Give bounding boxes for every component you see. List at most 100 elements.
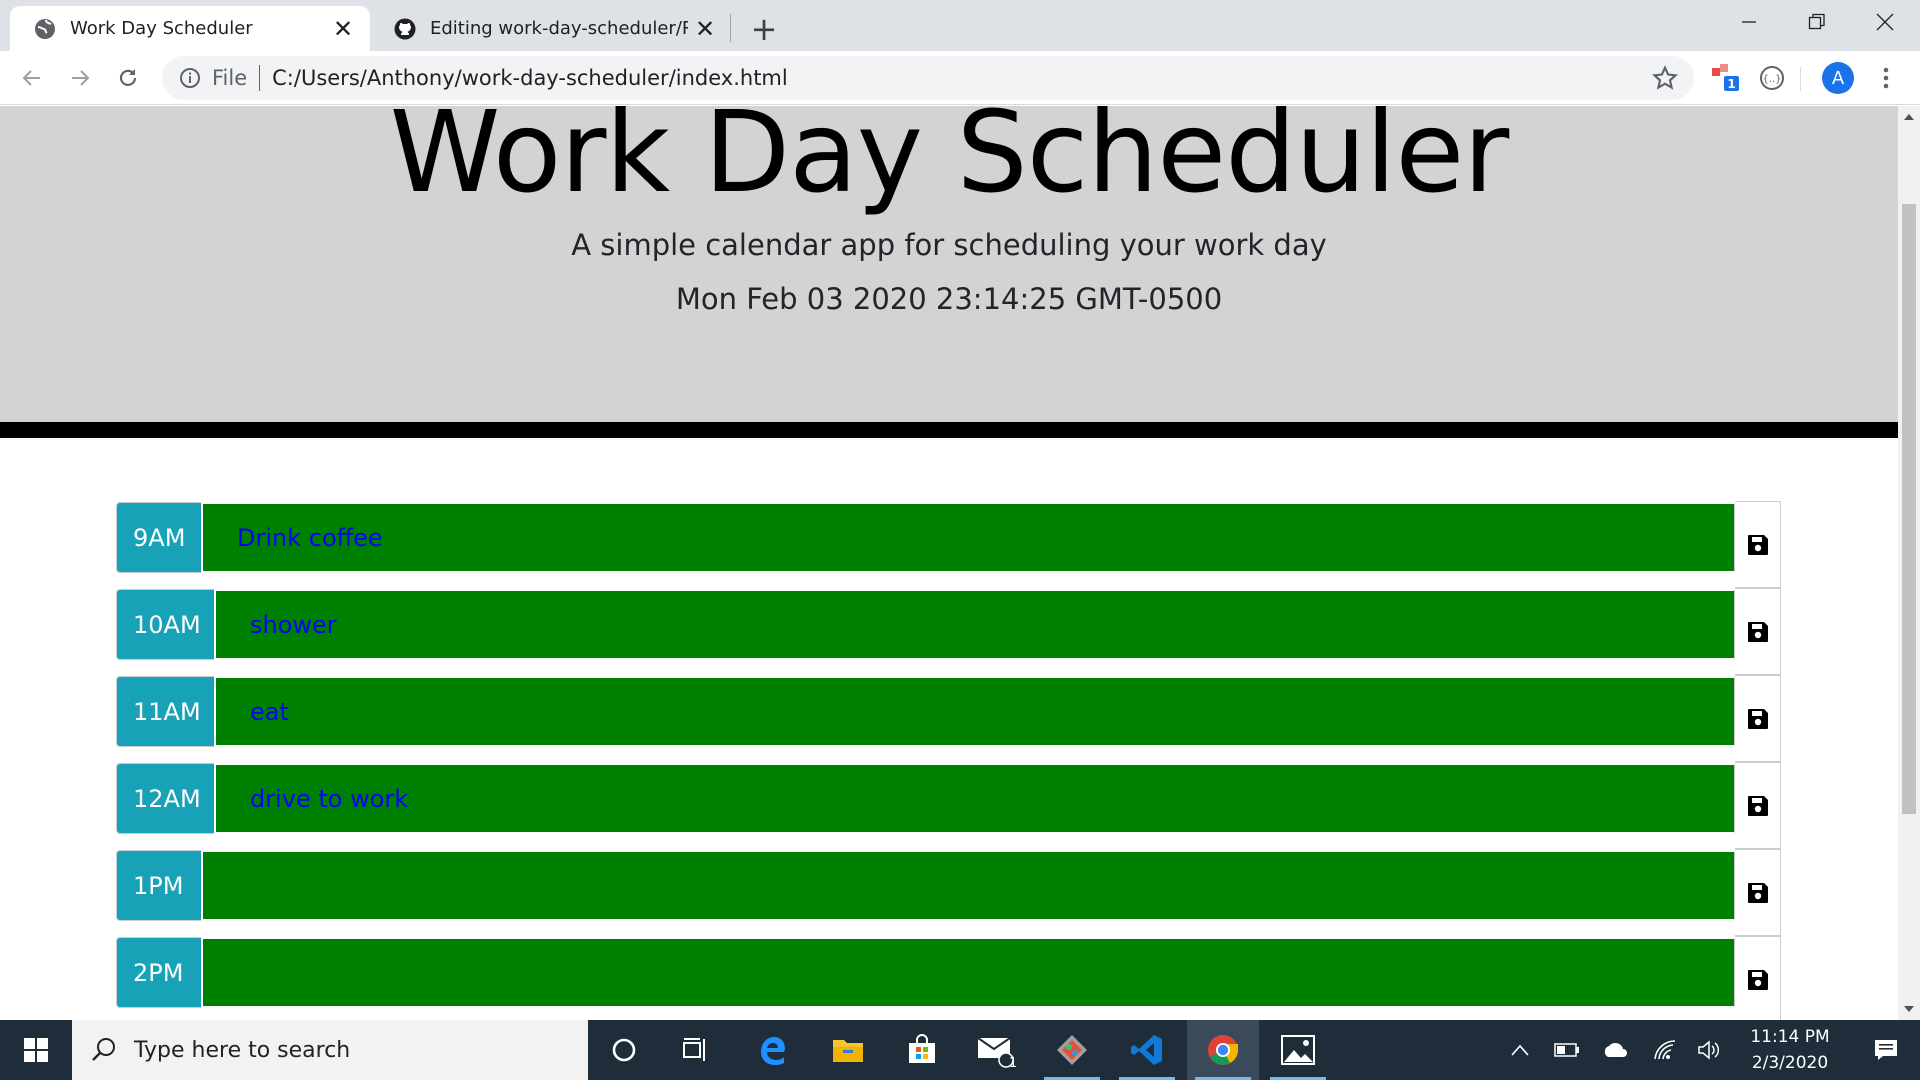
page-title: Work Day Scheduler [389,106,1510,218]
save-button[interactable] [1735,849,1781,936]
floppy-disk-icon [1747,621,1768,642]
folder-icon [833,1040,863,1062]
url-text: C:/Users/Anthony/work-day-scheduler/inde… [272,66,788,90]
vscode-icon [1131,1035,1162,1065]
cloud-icon [1604,1042,1627,1057]
minimize-button[interactable] [1714,0,1784,44]
volume-tray[interactable] [1692,1020,1726,1080]
page-scrollbar[interactable] [1898,106,1920,1020]
windows-taskbar: Type here to search 1 11:14 PM 2/3/2020 [0,1020,1920,1080]
time-block-2pm: 2PM [116,936,1781,1020]
tab-separator [730,14,731,42]
photos-icon [1281,1035,1315,1065]
notification-icon [1875,1040,1897,1060]
page-viewport: Work Day Scheduler A simple calendar app… [0,106,1898,1020]
save-button[interactable] [1735,588,1781,675]
search-icon [92,1038,115,1061]
tab-strip: Work Day Scheduler ✕ Editing work-day-sc… [0,0,1920,51]
wifi-icon [1654,1040,1676,1060]
floppy-disk-icon [1747,795,1768,816]
description-textarea[interactable]: Drink coffee [201,502,1735,573]
show-hidden-icons-button[interactable] [1505,1020,1535,1080]
floppy-disk-icon [1747,708,1768,729]
menu-button[interactable] [1870,62,1902,94]
scrollbar-thumb[interactable] [1902,204,1916,814]
close-tab-icon[interactable]: ✕ [326,12,360,46]
time-block-12am: 12AM drive to work [116,762,1781,849]
url-divider [259,65,261,91]
chevron-up-icon [1511,1044,1529,1056]
mail-app[interactable]: 1 [960,1020,1032,1080]
github-icon [394,18,416,40]
store-app[interactable] [886,1020,958,1080]
description-textarea[interactable]: shower [214,589,1735,660]
restore-button[interactable] [1782,0,1852,44]
taskbar-search-box[interactable]: Type here to search [72,1020,588,1080]
task-view-button[interactable] [660,1020,732,1080]
cortana-button[interactable] [588,1020,660,1080]
save-button[interactable] [1735,501,1781,588]
description-textarea[interactable] [201,850,1735,921]
speaker-icon [1698,1040,1720,1060]
bookmark-star-icon[interactable] [1652,65,1678,91]
back-arrow-icon [22,70,40,86]
extension-icon[interactable]: {..} [1756,62,1788,94]
info-icon[interactable] [178,66,202,90]
restore-icon [1808,13,1825,30]
git-diamond-icon [1057,1035,1087,1065]
reload-icon [119,69,137,86]
tab-title: Work Day Scheduler [70,18,253,39]
start-button[interactable] [0,1020,72,1080]
close-tab-icon[interactable]: ✕ [688,12,722,46]
windows-logo-icon [24,1038,48,1062]
reload-button[interactable] [108,58,148,98]
floppy-disk-icon [1747,882,1768,903]
clock-time: 11:14 PM [1750,1027,1830,1047]
network-tray[interactable] [1648,1020,1682,1080]
current-day: Mon Feb 03 2020 23:14:25 GMT-0500 [675,282,1223,316]
time-block-1pm: 1PM [116,849,1781,936]
scroll-down-arrow-icon[interactable] [1904,1006,1914,1012]
time-block-list: 9AM Drink coffee 10AM shower 11AM eat 12… [116,501,1781,1020]
extension-badge-icon[interactable]: 1 [1710,62,1742,94]
close-window-button[interactable] [1850,0,1920,44]
tab-work-day-scheduler[interactable]: Work Day Scheduler ✕ [10,6,370,51]
browser-toolbar: File C:/Users/Anthony/work-day-scheduler… [0,51,1920,105]
edge-app[interactable] [736,1020,808,1080]
save-button[interactable] [1735,675,1781,762]
git-kraken-app[interactable] [1036,1020,1108,1080]
vscode-app[interactable] [1111,1020,1183,1080]
description-textarea[interactable] [201,937,1735,1008]
chrome-icon [1208,1035,1238,1065]
hour-label: 2PM [116,937,201,1008]
onedrive-tray[interactable] [1598,1020,1632,1080]
scroll-up-arrow-icon[interactable] [1904,114,1914,120]
hour-label: 1PM [116,850,201,921]
taskbar-clock[interactable]: 11:14 PM 2/3/2020 [1735,1020,1845,1080]
hour-label: 10AM [116,589,214,660]
file-explorer-app[interactable] [812,1020,884,1080]
photos-app[interactable] [1262,1020,1334,1080]
header-jumbotron: Work Day Scheduler A simple calendar app… [0,106,1898,438]
floppy-disk-icon [1747,534,1768,555]
more-vert-icon [1883,67,1889,89]
battery-tray[interactable] [1550,1020,1584,1080]
page-subtitle: A simple calendar app for scheduling you… [571,228,1327,262]
save-button[interactable] [1735,936,1781,1020]
chrome-app[interactable] [1187,1020,1259,1080]
address-bar[interactable]: File C:/Users/Anthony/work-day-scheduler… [162,56,1694,100]
tab-editing-readme[interactable]: Editing work-day-scheduler/REA ✕ [370,6,732,51]
task-view-icon [683,1038,705,1061]
save-button[interactable] [1735,762,1781,849]
time-block-10am: 10AM shower [116,588,1781,675]
description-textarea[interactable]: drive to work [214,763,1735,834]
back-button[interactable] [12,58,52,98]
forward-button[interactable] [60,58,100,98]
profile-button[interactable]: A [1822,62,1854,94]
clock-date: 2/3/2020 [1751,1053,1829,1073]
toolbar-divider [1800,67,1801,91]
action-center-button[interactable] [1852,1020,1920,1080]
description-textarea[interactable]: eat [214,676,1735,747]
svg-text:1: 1 [1727,77,1735,91]
new-tab-button[interactable]: + [744,9,784,49]
